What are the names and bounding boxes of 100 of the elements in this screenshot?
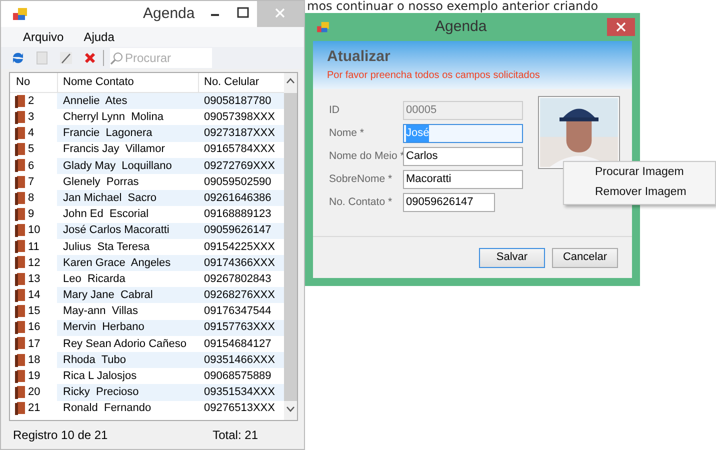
menu-item[interactable]: Procurar Imagem [564,163,715,183]
table-cell-text: Francie Lagonera [62,126,154,142]
table-cell-text: 09059502590 [203,174,272,190]
refresh-icon[interactable] [11,51,25,65]
table-cell-text: 7 [28,174,34,190]
table-cell-text: 09168889123 [203,207,272,222]
window-title: Agenda [435,16,487,37]
table-cell-text: 09276513XXX [203,401,276,416]
table-cell-text: 5 [28,142,34,158]
table-cell-text: Ricky Precioso [62,385,140,400]
table-cell-text: 16 [28,320,40,336]
table-cell-text: 15 [28,304,40,320]
book-icon [15,386,25,399]
table-cell-text: Francis Jay Villamor [62,142,166,158]
book-icon [15,176,25,189]
table-cell-text: May-ann Villas [62,304,139,320]
table-cell-text: 09176347544 [203,304,272,320]
input-field[interactable]: 09059626147 [403,193,495,212]
table-cell-text: 19 [28,369,40,384]
close-button[interactable] [607,18,635,36]
table-cell-text: 09058187780 [203,94,272,109]
table-cell-text: 8 [28,190,34,206]
dialog-subheading: Por favor preencha todos os campos solicitados [327,69,541,83]
table-cell-text: 09068575889 [203,369,272,384]
table-cell-text: 21 [28,401,40,416]
table-cell-text: Karen Grace Angeles [62,256,172,271]
table-cell-text: 09261646386 [203,190,272,206]
book-icon [15,402,25,416]
table-cell-text: 09165784XXX [203,142,276,158]
article-text: mos continuar o nosso exemplo anterior criando [307,0,598,13]
table-cell-text: 6 [28,158,34,174]
table-cell-text: Rica L Jalosjos [62,369,138,384]
table-cell-text: 09273187XXX [203,126,276,142]
book-icon [15,288,25,302]
table-cell-text: Jan Michael Sacro [62,190,158,206]
table-cell-text: 09351534XXX [203,385,276,400]
table-cell-text: 09057398XXX [203,110,276,126]
table-cell-text: 12 [28,256,40,271]
table-cell-text: Glenely Porras [62,174,140,190]
table-cell-text: 09154225XXX [203,240,276,255]
table-cell-text: 17 [28,336,40,352]
table-cell-text: Cherryl Lynn Molina [62,110,164,126]
table-cell-text: Ronald Fernando [62,401,152,416]
app-icon [317,22,329,32]
book-icon [15,143,25,156]
column-header[interactable]: Nome Contato [57,73,198,92]
table-cell-text: 10 [28,223,40,238]
table-cell-text: John Ed Escorial [62,207,150,222]
table-cell-text: 4 [28,126,34,142]
input-field: 00005 [403,101,523,120]
book-icon [15,110,25,124]
record-label: Registro 10 de 21 [13,427,108,444]
pencil-icon[interactable] [59,51,73,65]
book-icon [15,208,25,221]
book-icon [15,272,25,286]
table-cell-text: 09059626147 [203,223,272,238]
input-field[interactable]: Carlos [403,147,523,166]
table-cell-text: 09267802843 [203,272,272,287]
window-title: Agenda [143,4,195,24]
column-header[interactable]: No [10,73,57,92]
table-cell-text: Rhoda Tubo [62,352,127,368]
table-cell-text: 09268276XXX [203,288,276,304]
book-icon [15,256,25,270]
table-cell-text: 09351466XXX [203,352,276,368]
table-cell-text: Leo Ricarda [62,272,126,287]
book-icon [15,159,25,172]
book-icon [15,126,25,140]
table-cell-text: 09157763XXX [203,320,276,336]
book-icon [15,94,25,108]
table-cell-text: Julius Sta Teresa [62,240,151,255]
input-field[interactable]: Macoratti [403,170,523,189]
book-icon [15,224,25,238]
table-cell-text: 14 [28,288,40,304]
table-cell-text: Mary Jane Cabral [62,288,154,304]
book-icon [15,337,25,350]
table-cell-text: 18 [28,352,40,368]
table-cell-text: 20 [28,385,40,400]
menu-item[interactable]: Ajuda [84,28,114,46]
menu-item[interactable]: Remover Imagem [564,183,715,203]
book-icon [15,321,25,334]
table-cell-text: 09154684127 [203,336,272,352]
field-label: SobreNome * [329,172,394,187]
menu-item[interactable]: Arquivo [23,28,64,46]
field-label: ID [329,102,340,118]
delete-icon[interactable] [83,51,97,65]
dialog-button[interactable]: Salvar [479,248,545,268]
search-icon [110,52,123,64]
table-cell-text: 13 [28,272,40,287]
table-cell-text: 11 [28,240,40,255]
table-cell-text: 2 [28,94,34,109]
book-icon [15,305,25,318]
book-icon [15,354,25,367]
table-cell-text: 09272769XXX [203,158,276,174]
book-icon [15,240,25,254]
book-icon [15,370,25,383]
book-icon [15,192,25,205]
app-icon [13,8,27,20]
dialog-button[interactable]: Cancelar [552,248,618,268]
table-cell-text: Rey Sean Adorio Cañeso [62,336,188,352]
table-cell-text: José Carlos Macoratti [62,223,170,238]
